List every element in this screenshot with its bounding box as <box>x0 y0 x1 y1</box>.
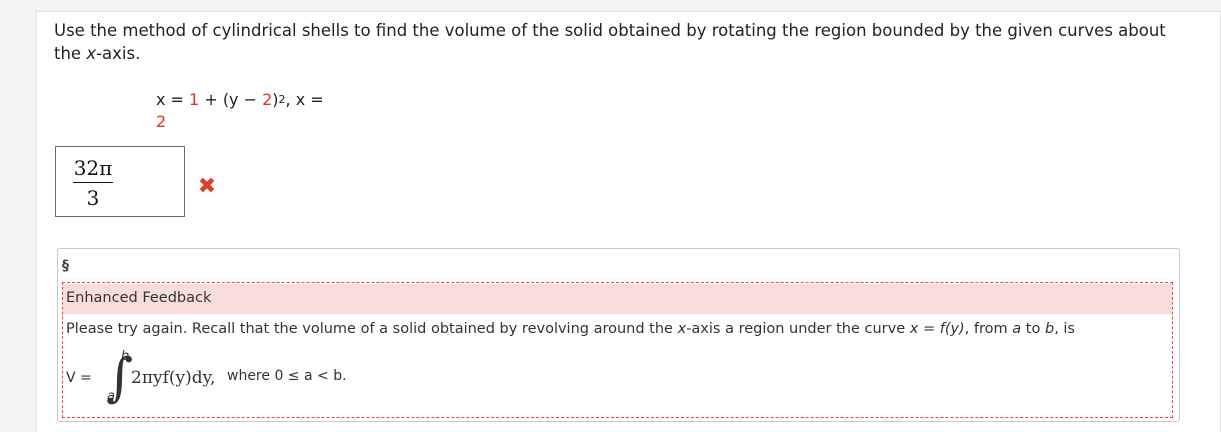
eq-constant: 1 <box>189 90 200 109</box>
eq-mid: + (y − <box>199 90 263 109</box>
feedback-header <box>63 284 1172 314</box>
answer-numerator: 32π <box>73 156 113 180</box>
feedback-from: , from <box>964 321 1013 337</box>
question-text-part: Use the method of cylindrical shells to … <box>54 21 1166 63</box>
question-text: Use the method of cylindrical shells to … <box>54 19 1174 65</box>
formula-lhs: V = <box>66 370 92 386</box>
feedback-end: , is <box>1054 321 1075 337</box>
feedback-curve: x = f(y) <box>909 321 965 337</box>
integrand: 2πyf(y)dy, <box>131 368 216 388</box>
feedback-title: Enhanced Feedback <box>66 290 212 306</box>
equation-line-2: 2 <box>156 112 167 131</box>
eq-close: ) <box>272 90 279 109</box>
lower-limit: a <box>107 389 115 404</box>
answer-input-box[interactable]: 32π 3 <box>55 146 185 217</box>
feedback-body: Please try again. Recall that the volume… <box>66 321 1166 337</box>
question-axis: x <box>86 44 97 63</box>
fraction-bar <box>73 182 113 183</box>
feedback-a: a <box>1012 321 1022 337</box>
formula-condition: where 0 ≤ a < b. <box>227 368 347 384</box>
feedback-axis: x <box>677 321 687 337</box>
feedback-to: to <box>1021 321 1045 337</box>
eq-exponent: 2 <box>278 93 286 106</box>
answer-denominator: 3 <box>86 186 100 210</box>
eq-shift: 2 <box>262 90 273 109</box>
eq-suffix: , x = <box>285 90 324 109</box>
eq-prefix: x = <box>156 90 190 109</box>
feedback-b: b <box>1044 321 1055 337</box>
question-text-end: -axis. <box>96 44 141 63</box>
equation-line-1: x = 1 + (y − 2)2, x = <box>156 89 324 113</box>
x-mark-icon: ✖ <box>197 174 217 199</box>
integral-formula: V = ∫ b a 2πyf(y)dy, where 0 ≤ a < b. <box>66 348 466 410</box>
feedback-body-prefix: Please try again. Recall that the volume… <box>66 321 678 337</box>
feedback-body-mid: -axis a region under the curve <box>686 321 910 337</box>
upper-limit: b <box>121 349 130 364</box>
answer-fraction: 32π 3 <box>73 156 113 210</box>
section-icon: § <box>62 258 69 274</box>
